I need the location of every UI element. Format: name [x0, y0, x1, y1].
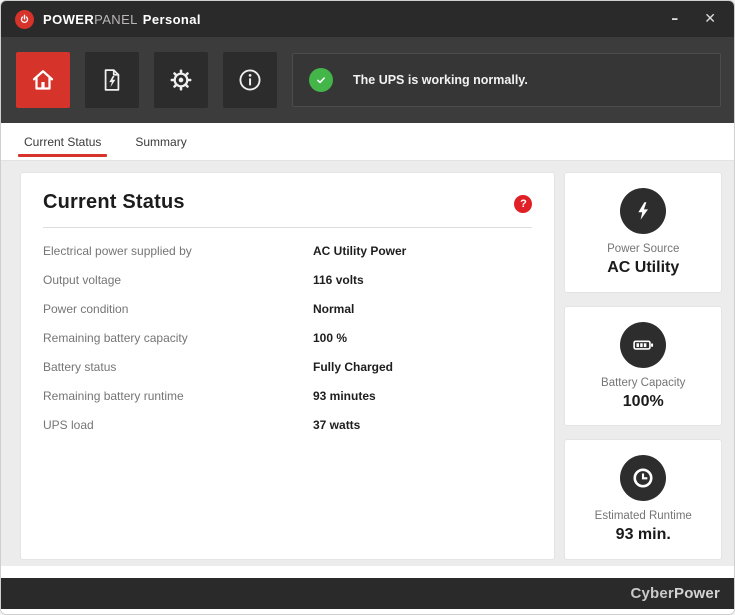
app-title: POWERPANEL Personal	[43, 12, 201, 27]
status-row: UPS load 37 watts	[43, 410, 532, 439]
card-label: Estimated Runtime	[594, 510, 692, 523]
close-button[interactable]: ✕	[700, 10, 720, 28]
info-icon	[236, 66, 264, 94]
app-title-power: POWER	[43, 11, 95, 27]
panel-divider	[43, 227, 533, 228]
card-battery-capacity: Battery Capacity 100%	[565, 306, 721, 426]
card-label: Battery Capacity	[601, 376, 686, 389]
current-status-panel: Current Status ? Electrical power suppli…	[21, 173, 555, 559]
battery-icon	[620, 321, 667, 368]
window-bottom-edge	[1, 609, 734, 614]
help-icon: ?	[520, 198, 527, 210]
row-label: Remaining battery capacity	[43, 330, 188, 345]
cyberpower-logo: CyberPower	[630, 585, 720, 602]
content-area: Current Status ? Electrical power suppli…	[1, 161, 734, 566]
clock-icon	[620, 455, 667, 502]
gear-icon	[167, 66, 195, 94]
panel-title: Current Status	[43, 191, 185, 213]
bolt-icon	[620, 187, 667, 234]
row-value: Normal	[313, 301, 355, 316]
row-label: Battery status	[43, 359, 117, 374]
row-value: AC Utility Power	[313, 243, 407, 258]
tab-bar: Current Status Summary	[1, 123, 734, 161]
titlebar: POWERPANEL Personal – ✕	[1, 1, 734, 37]
minimize-button[interactable]: –	[667, 10, 682, 28]
card-label: Power Source	[607, 242, 680, 255]
row-value: 100 %	[313, 330, 348, 345]
event-log-icon	[98, 66, 126, 94]
row-value: 93 minutes	[313, 388, 376, 403]
status-row: Battery status Fully Charged	[43, 352, 532, 381]
window-controls: – ✕	[667, 10, 720, 28]
status-rows: Electrical power supplied by AC Utility …	[43, 236, 532, 439]
home-icon	[28, 65, 58, 95]
card-estimated-runtime: Estimated Runtime 93 min.	[565, 440, 721, 560]
status-row: Remaining battery capacity 100 %	[43, 323, 532, 352]
toolbar-button-home[interactable]	[16, 52, 70, 108]
toolbar-button-event-log[interactable]	[85, 52, 139, 108]
status-row: Remaining battery runtime 93 minutes	[43, 381, 532, 410]
app-title-personal: Personal	[142, 11, 201, 27]
row-label: Output voltage	[43, 272, 122, 287]
app-window: POWERPANEL Personal – ✕ The UPS is worki…	[0, 0, 735, 615]
cyberpower-logo-power: Power	[673, 585, 720, 602]
row-label: Electrical power supplied by	[43, 243, 192, 258]
toolbar: The UPS is working normally.	[1, 37, 734, 123]
summary-cards: Power Source AC Utility Battery Capacity…	[565, 173, 721, 560]
toolbar-button-settings[interactable]	[154, 52, 208, 108]
status-row: Power condition Normal	[43, 294, 532, 323]
minimize-icon: –	[671, 11, 679, 27]
status-message: The UPS is working normally.	[353, 73, 528, 87]
check-icon	[309, 68, 333, 92]
card-value: 93 min.	[615, 526, 671, 544]
status-banner: The UPS is working normally.	[292, 53, 721, 107]
app-title-panel: PANEL	[94, 11, 138, 27]
row-value: 37 watts	[313, 417, 361, 432]
status-row: Electrical power supplied by AC Utility …	[43, 236, 532, 265]
row-label: Power condition	[43, 301, 129, 316]
help-button[interactable]: ?	[514, 195, 533, 213]
toolbar-button-about[interactable]	[223, 52, 277, 108]
row-label: UPS load	[43, 417, 94, 432]
tab-current-status[interactable]: Current Status	[17, 123, 108, 160]
panel-header: Current Status ?	[43, 191, 533, 214]
card-value: 100%	[622, 392, 664, 410]
row-value: Fully Charged	[313, 359, 394, 374]
card-power-source: Power Source AC Utility	[565, 173, 721, 292]
row-value: 116 volts	[313, 272, 364, 287]
powerpanel-logo-icon	[15, 9, 34, 29]
close-icon: ✕	[704, 11, 716, 27]
card-value: AC Utility	[607, 258, 680, 276]
cyberpower-logo-cyber: Cyber	[630, 585, 674, 602]
footer-bar: CyberPower	[1, 578, 734, 609]
row-label: Remaining battery runtime	[43, 388, 184, 403]
status-row: Output voltage 116 volts	[43, 265, 532, 294]
tab-summary[interactable]: Summary	[132, 123, 189, 160]
